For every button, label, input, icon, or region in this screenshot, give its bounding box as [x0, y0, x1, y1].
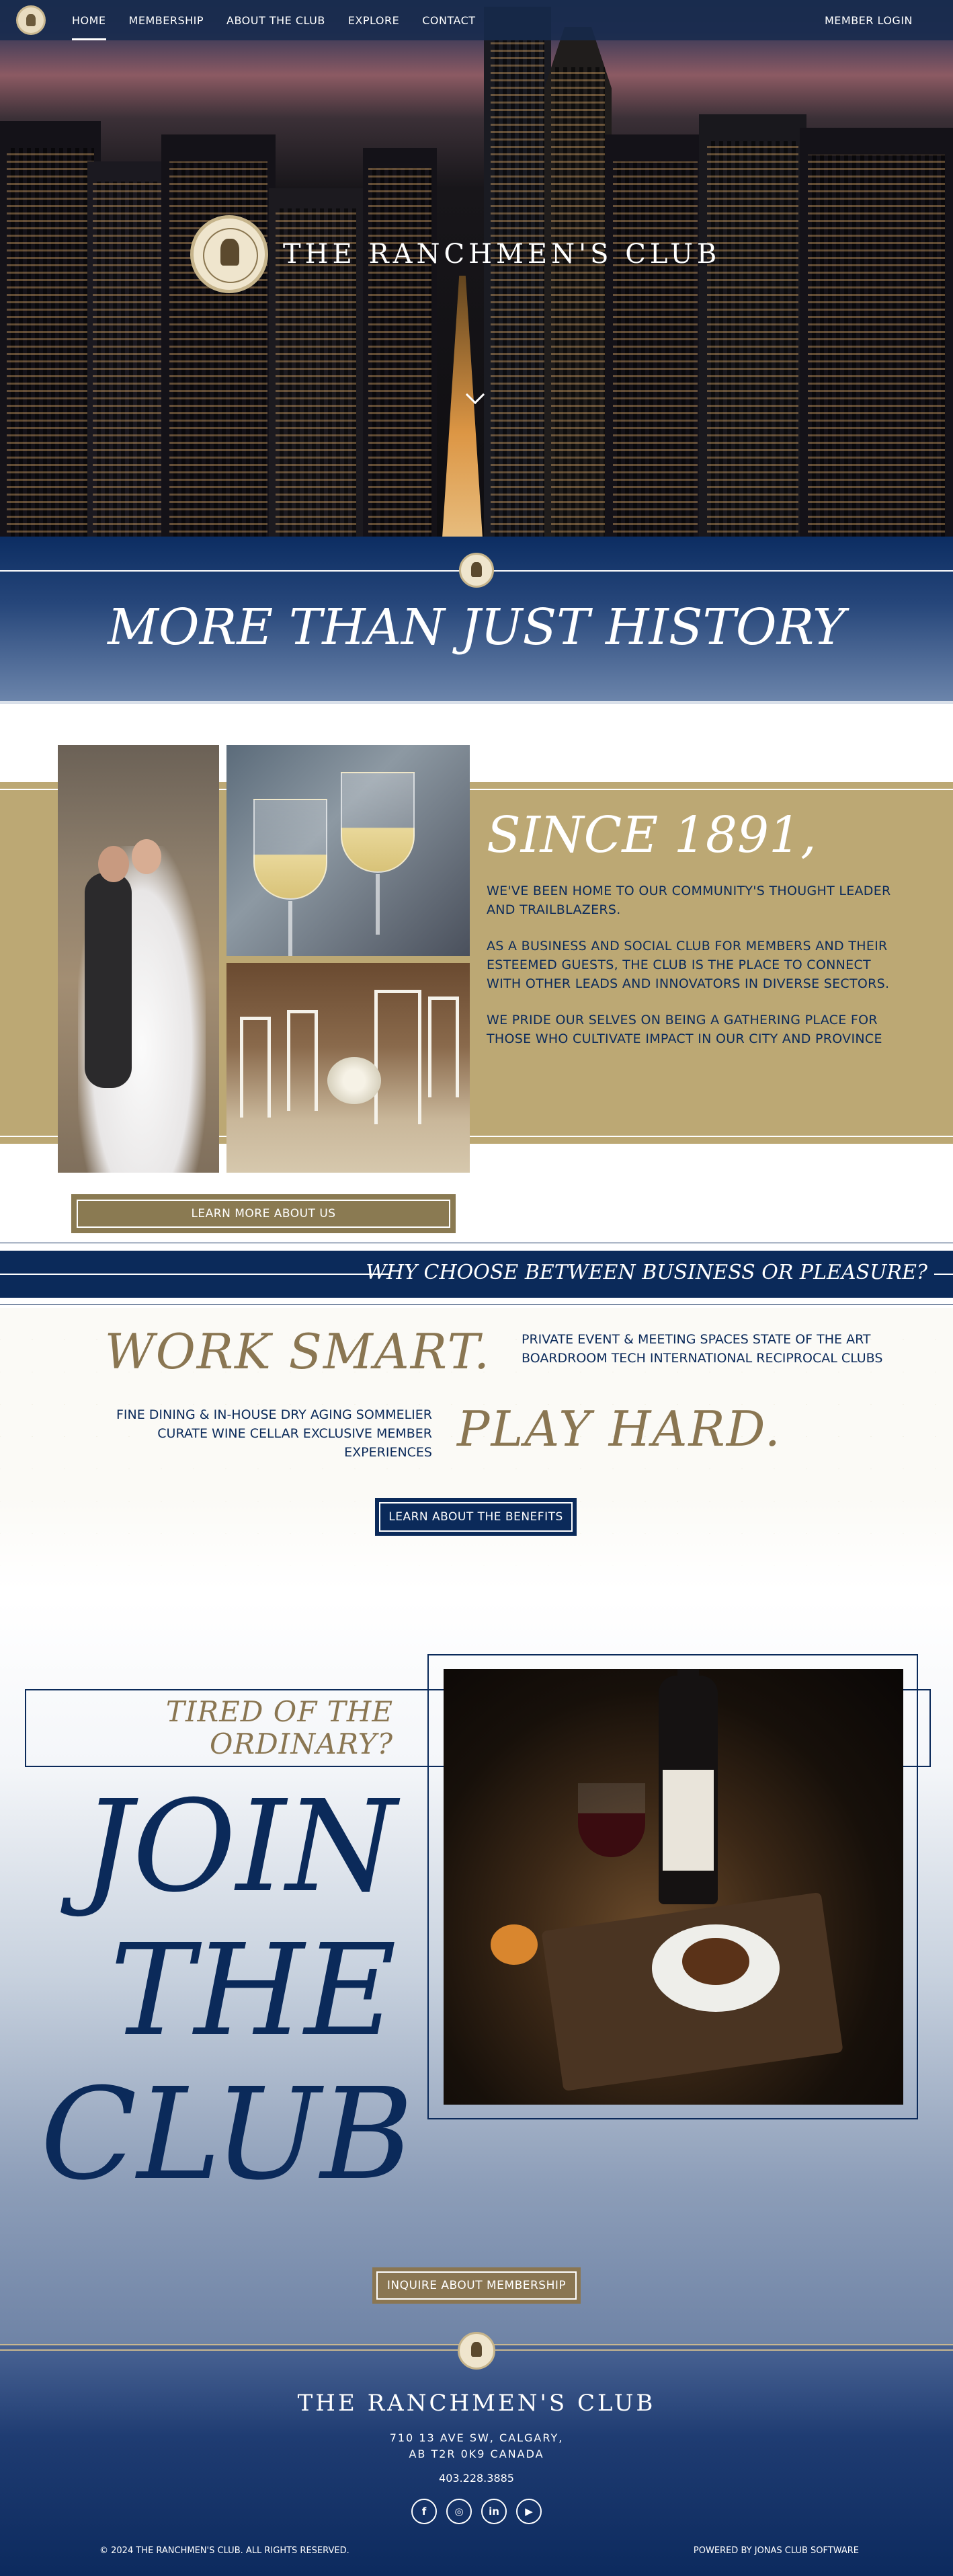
why-heading: WHY CHOOSE BETWEEN BUSINESS OR PLEASURE?: [366, 1261, 927, 1284]
nav-item-about[interactable]: ABOUT THE CLUB: [215, 0, 337, 40]
chair: [374, 990, 421, 1124]
since-paragraph: WE'VE BEEN HOME TO OUR COMMUNITY'S THOUG…: [487, 884, 891, 917]
since-paragraph: WE PRIDE OUR SELVES ON BEING A GATHERING…: [487, 1013, 882, 1046]
divider-line: [0, 1304, 953, 1305]
bride-head: [132, 839, 161, 874]
wine-glass: [341, 772, 415, 873]
nav-item-contact[interactable]: CONTACT: [411, 0, 487, 40]
skyline-building: [699, 114, 806, 538]
venue-chairs-photo: [226, 963, 470, 1173]
top-nav: HOME MEMBERSHIP ABOUT THE CLUB EXPLORE C…: [0, 0, 953, 40]
tired-line: ORDINARY?: [210, 1727, 393, 1760]
copyright: © 2024 THE RANCHMEN'S CLUB. ALL RIGHTS R…: [99, 2546, 349, 2556]
nav-item-membership[interactable]: MEMBERSHIP: [118, 0, 215, 40]
groom-suit: [85, 873, 132, 1088]
address-line: AB T2R 0K9 CANADA: [409, 2448, 544, 2460]
button-label: LEARN MORE ABOUT US: [191, 1207, 336, 1220]
address-line: 710 13 AVE SW, CALGARY,: [389, 2431, 564, 2444]
skyline-building: [161, 134, 276, 538]
tired-line: TIRED OF THE: [165, 1695, 393, 1728]
facebook-icon[interactable]: f: [411, 2499, 437, 2524]
food: [682, 1938, 749, 1985]
nav-item-home[interactable]: HOME: [60, 0, 118, 40]
footer-phone[interactable]: 403.228.3885: [0, 2472, 953, 2485]
cheese: [491, 1924, 538, 1965]
wine-glass: [578, 1783, 645, 1857]
chair: [287, 1010, 318, 1111]
button-label: LEARN ABOUT THE BENEFITS: [388, 1510, 563, 1524]
nav-item-explore[interactable]: EXPLORE: [337, 0, 411, 40]
history-band: MORE THAN JUST HISTORY: [0, 537, 953, 703]
linkedin-icon[interactable]: in: [481, 2499, 507, 2524]
bottle-label: [663, 1770, 714, 1871]
club-seal-logo: [190, 215, 268, 293]
join-line: JOIN: [81, 1773, 397, 1920]
learn-more-button[interactable]: LEARN MORE ABOUT US: [71, 1194, 456, 1233]
since-content: SINCE 1891, WE'VE BEEN HOME TO OUR COMMU…: [487, 810, 903, 1066]
instagram-icon[interactable]: ◎: [446, 2499, 472, 2524]
hero-brand: THE RANCHMEN'S CLUB: [190, 215, 720, 293]
wine-toast-photo: [226, 745, 470, 956]
play-hard-text: FINE DINING & IN-HOUSE DRY AGING SOMMELI…: [116, 1407, 432, 1460]
powered-by-link[interactable]: POWERED BY JONAS CLUB SOFTWARE: [694, 2546, 859, 2556]
join-the-club-heading: JOIN THE CLUB: [40, 1773, 414, 2208]
groom-head: [98, 846, 129, 882]
button-label: INQUIRE ABOUT MEMBERSHIP: [386, 2279, 567, 2292]
footer-address: 710 13 AVE SW, CALGARY, AB T2R 0K9 CANAD…: [0, 2430, 953, 2462]
nav-logo[interactable]: [16, 5, 46, 35]
work-smart-title: WORK SMART.: [104, 1323, 491, 1380]
inquire-membership-button[interactable]: INQUIRE ABOUT MEMBERSHIP: [372, 2267, 581, 2304]
join-line: THE: [110, 1917, 397, 2064]
footer: THE RANCHMEN'S CLUB 710 13 AVE SW, CALGA…: [0, 2332, 953, 2576]
hero-title: THE RANCHMEN'S CLUB: [283, 239, 721, 270]
footer-brand: THE RANCHMEN'S CLUB: [297, 2390, 656, 2417]
skyline-building: [87, 161, 168, 538]
social-links: f ◎ in ▶: [411, 2499, 542, 2524]
flower-vase: [327, 1057, 381, 1104]
chair: [428, 997, 459, 1097]
work-smart-text: PRIVATE EVENT & MEETING SPACES STATE OF …: [522, 1332, 883, 1366]
wine-cheese-photo: [444, 1669, 903, 2105]
skyline-building: [363, 148, 437, 538]
hero-section: THE RANCHMEN'S CLUB: [0, 0, 953, 538]
join-line: CLUB: [40, 2061, 414, 2208]
lit-avenue: [442, 276, 483, 538]
crest-icon: [459, 553, 494, 588]
crest-icon: [458, 2332, 495, 2370]
wine-glass: [253, 799, 327, 900]
tired-heading: TIRED OF THE ORDINARY?: [101, 1696, 393, 1760]
since-paragraph: AS A BUSINESS AND SOCIAL CLUB FOR MEMBER…: [487, 939, 890, 991]
play-hard-title: PLAY HARD.: [457, 1401, 782, 1457]
why-banner: WHY CHOOSE BETWEEN BUSINESS OR PLEASURE?: [0, 1251, 953, 1298]
history-heading: MORE THAN JUST HISTORY: [108, 598, 845, 656]
chair: [240, 1017, 271, 1118]
divider-line: [0, 701, 953, 703]
benefits-button[interactable]: LEARN ABOUT THE BENEFITS: [375, 1498, 577, 1536]
skyline-building: [0, 121, 101, 538]
skyline-building: [800, 128, 953, 538]
glass-stem: [376, 874, 380, 935]
since-heading: SINCE 1891,: [487, 806, 817, 864]
skyline-building: [605, 134, 706, 538]
page: THE RANCHMEN'S CLUB HOME MEMBERSHIP ABOU…: [0, 0, 953, 2576]
glass-stem: [288, 901, 292, 956]
member-login-link[interactable]: MEMBER LOGIN: [825, 0, 913, 40]
youtube-icon[interactable]: ▶: [516, 2499, 542, 2524]
wedding-photo: [58, 745, 219, 1173]
nav-menu: HOME MEMBERSHIP ABOUT THE CLUB EXPLORE C…: [60, 0, 487, 40]
